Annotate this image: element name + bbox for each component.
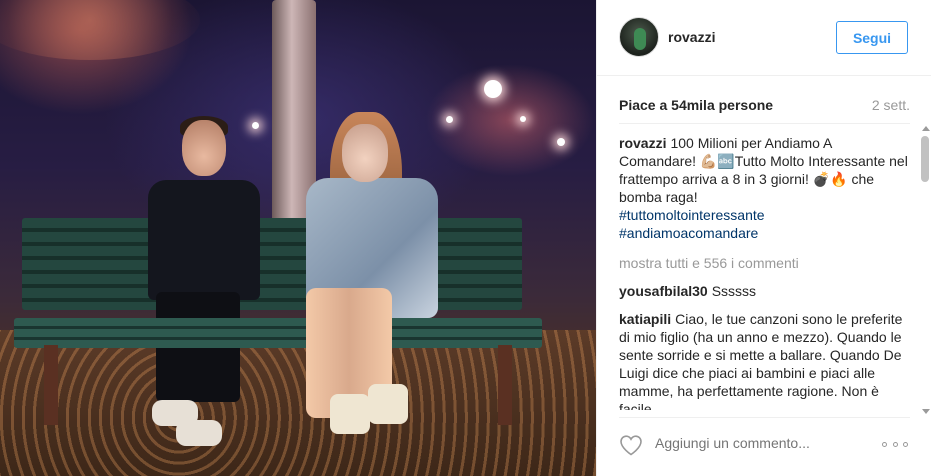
comments-list: rovazzi 100 Milioni per Andiamo A Comanda… — [619, 134, 909, 410]
author-username[interactable]: rovazzi — [668, 29, 715, 45]
street-lamp-light — [520, 116, 526, 122]
more-options-icon[interactable] — [882, 442, 908, 448]
likes-row: Piace a 54mila persone 2 sett. — [619, 97, 910, 117]
post-timestamp[interactable]: 2 sett. — [872, 97, 910, 113]
comment-item: yousafbilal30 Ssssss — [619, 282, 909, 300]
street-lamp-light — [446, 116, 453, 123]
street-lamp-light — [557, 138, 565, 146]
likes-count[interactable]: Piace a 54mila persone — [619, 97, 773, 113]
comment-item: katiapili Ciao, le tue canzoni sono le pr… — [619, 310, 909, 410]
bench-backrest — [22, 218, 522, 310]
bench-leg — [44, 345, 58, 425]
avatar[interactable] — [619, 17, 659, 57]
hashtag-link[interactable]: #tuttomoltointeressante — [619, 206, 909, 224]
bench-seat — [14, 318, 542, 348]
scroll-down-arrow-icon[interactable] — [922, 409, 930, 414]
caption: rovazzi 100 Milioni per Andiamo A Comanda… — [619, 134, 909, 242]
caption-username[interactable]: rovazzi — [619, 135, 666, 151]
person-man — [148, 116, 260, 446]
scroll-thumb[interactable] — [921, 136, 929, 182]
comment-username[interactable]: katiapili — [619, 311, 671, 327]
load-more-comments-link[interactable]: mostra tutti e 556 i commenti — [619, 254, 909, 272]
add-comment-input[interactable] — [655, 435, 875, 451]
comments-scrollbar[interactable] — [921, 126, 930, 414]
divider — [619, 417, 910, 418]
tree-foliage — [0, 0, 200, 60]
scroll-up-arrow-icon[interactable] — [922, 126, 930, 131]
comment-username[interactable]: yousafbilal30 — [619, 283, 708, 299]
comment-text: Ssssss — [711, 283, 757, 299]
hashtag-link[interactable]: #andiamoacomandare — [619, 224, 909, 242]
divider — [619, 123, 910, 124]
bench-leg — [498, 345, 512, 425]
follow-button[interactable]: Segui — [836, 21, 908, 54]
person-woman — [302, 112, 442, 442]
heart-outline-icon[interactable] — [619, 434, 643, 456]
street-lamp-light — [484, 80, 502, 98]
post-header: rovazzi Segui — [597, 0, 931, 76]
post-photo[interactable] — [0, 0, 596, 476]
post-sidebar: rovazzi Segui Piace a 54mila persone 2 s… — [596, 0, 931, 476]
